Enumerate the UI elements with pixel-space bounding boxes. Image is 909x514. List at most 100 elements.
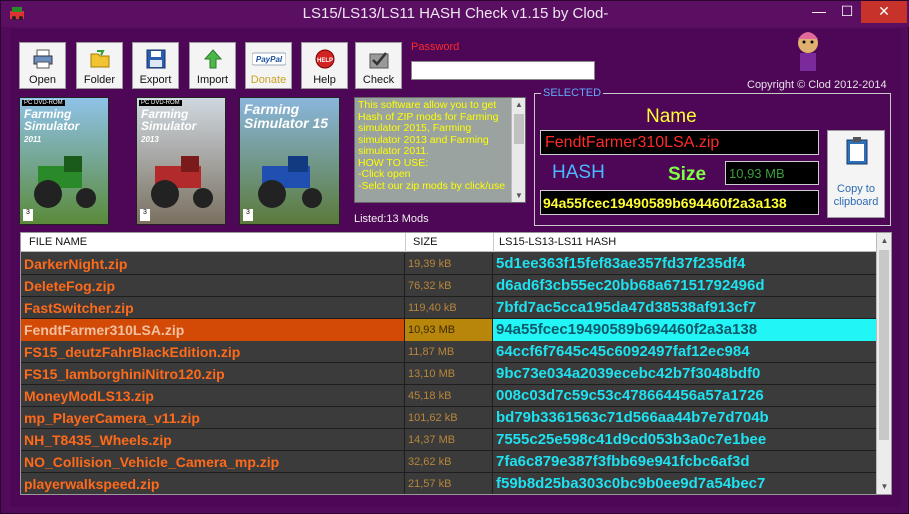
table-row[interactable]: DarkerNight.zip 19,39 kB 5d1ee363f15fef83a… bbox=[21, 253, 877, 275]
folder-label: Folder bbox=[83, 74, 116, 86]
cover-fs15: Farming Simulator 15 3 bbox=[239, 97, 340, 225]
scroll-thumb[interactable] bbox=[514, 114, 524, 144]
table-row[interactable]: DeleteFog.zip 76,32 kB d6ad6f3cb55ec20bb68… bbox=[21, 275, 877, 297]
scroll-down-icon[interactable]: ▼ bbox=[877, 482, 891, 491]
donate-label: Donate bbox=[250, 74, 287, 86]
printer-icon bbox=[33, 49, 53, 69]
info-textbox[interactable]: This software allow you to get Hash of Z… bbox=[354, 97, 526, 203]
cover-fs2013: PC DVD-ROM Farming Simulator 2013 3 bbox=[136, 97, 226, 225]
size-label: Size bbox=[668, 164, 707, 185]
import-button[interactable]: Import bbox=[189, 42, 236, 89]
col-hash[interactable]: LS15-LS13-LS11 HASH bbox=[499, 236, 616, 248]
row-hash: 9bc73e034a2039ecebc42b7f3048bdf0 bbox=[496, 365, 761, 382]
row-size: 19,39 kB bbox=[405, 253, 493, 275]
title-bar[interactable]: LS15/LS13/LS11 HASH Check v1.15 by Clod-… bbox=[1, 1, 909, 27]
help-button[interactable]: HELP Help bbox=[301, 42, 348, 89]
table-row[interactable]: mp_PlayerCamera_v11.zip 101,62 kB bd79b336… bbox=[21, 407, 877, 429]
row-size: 13,10 MB bbox=[405, 363, 493, 385]
table-row[interactable]: FastSwitcher.zip 119,40 kB 7bfd7ac5cca195d… bbox=[21, 297, 877, 319]
open-button[interactable]: Open bbox=[19, 42, 66, 89]
selected-hash-field[interactable]: 94a55fcec19490589b694460f2a3a138 bbox=[540, 190, 819, 215]
row-filename: FastSwitcher.zip bbox=[21, 297, 405, 319]
row-hash: d6ad6f3cb55ec20bb68a67151792496d bbox=[496, 277, 765, 294]
cover-platform: PC DVD-ROM bbox=[22, 100, 65, 106]
copyright-text: Copyright © Clod 2012-2014 bbox=[747, 79, 887, 91]
row-filename: FendtFarmer310LSA.zip bbox=[21, 319, 405, 341]
row-size: 10,93 MB bbox=[405, 319, 493, 341]
row-size: 21,57 kB bbox=[405, 473, 493, 494]
folder-button[interactable]: Folder bbox=[76, 42, 123, 89]
row-hash: 7bfd7ac5cca195da47d38538af913cf7 bbox=[496, 299, 757, 316]
row-hash: 5d1ee363f15fef83ae357fd37f235df4 bbox=[496, 255, 746, 272]
row-size: 11,87 MB bbox=[405, 341, 493, 363]
row-hash: 008c03d7c59c53c478664456a57a1726 bbox=[496, 387, 764, 404]
window-title: LS15/LS13/LS11 HASH Check v1.15 by Clod- bbox=[302, 5, 609, 22]
password-input[interactable] bbox=[411, 61, 595, 80]
scroll-thumb[interactable] bbox=[879, 250, 889, 440]
open-label: Open bbox=[29, 74, 56, 86]
floppy-icon bbox=[146, 49, 166, 69]
table-row[interactable]: FS15_deutzFahrBlackEdition.zip 11,87 MB 64… bbox=[21, 341, 877, 363]
mods-table[interactable]: FILE NAME SIZE LS15-LS13-LS11 HASH Darke… bbox=[20, 232, 892, 495]
table-row[interactable]: playerwalkspeed.zip 21,57 kB f59b8d25ba303… bbox=[21, 473, 877, 494]
row-hash: bd79b3361563c71d566aa44b7e7d704b bbox=[496, 409, 769, 426]
col-size[interactable]: SIZE bbox=[413, 236, 437, 248]
row-filename: NO_Collision_Vehicle_Camera_mp.zip bbox=[21, 451, 405, 473]
mascot-logo-icon bbox=[798, 32, 818, 71]
table-scrollbar[interactable]: ▲ ▼ bbox=[876, 233, 891, 494]
password-label: Password bbox=[411, 41, 460, 53]
paypal-text: PayPal bbox=[256, 55, 283, 64]
scroll-down-icon[interactable]: ▼ bbox=[512, 191, 525, 200]
row-filename: mp_PlayerCamera_v11.zip bbox=[21, 407, 405, 429]
client-area: Open Folder Export Import PayPal Donate … bbox=[10, 29, 901, 507]
close-button[interactable]: ✕ bbox=[861, 1, 907, 23]
row-size: 76,32 kB bbox=[405, 275, 493, 297]
scroll-up-icon[interactable]: ▲ bbox=[877, 236, 891, 245]
row-size: 32,62 kB bbox=[405, 451, 493, 473]
import-arrow-icon bbox=[203, 49, 223, 69]
row-filename: DeleteFog.zip bbox=[21, 275, 405, 297]
donate-button[interactable]: PayPal Donate bbox=[245, 42, 292, 89]
row-filename: NH_T8435_Wheels.zip bbox=[21, 429, 405, 451]
export-button[interactable]: Export bbox=[132, 42, 179, 89]
check-button[interactable]: Check bbox=[355, 42, 402, 89]
row-hash: f59b8d25ba303c0bc9b0ee9d7a54bec7 bbox=[496, 475, 766, 492]
cover-title: Farming Simulator 15 bbox=[244, 101, 329, 131]
selected-groupbox: SELECTED Name FendtFarmer310LSA.zip HASH… bbox=[534, 87, 891, 226]
pegi-badge: 3 bbox=[23, 209, 33, 221]
info-scrollbar[interactable]: ▲ ▼ bbox=[511, 98, 525, 202]
row-filename: FS15_lamborghiniNitro120.zip bbox=[21, 363, 405, 385]
listed-count: Listed:13 Mods bbox=[354, 213, 429, 225]
row-filename: DarkerNight.zip bbox=[21, 253, 405, 275]
name-label: Name bbox=[646, 106, 697, 127]
selected-legend: SELECTED bbox=[541, 87, 604, 99]
folder-icon bbox=[90, 50, 110, 68]
pegi-badge: 3 bbox=[140, 209, 150, 221]
row-hash: 64ccf6f7645c45c6092497faf12ec984 bbox=[496, 343, 750, 360]
table-row[interactable]: MoneyModLS13.zip 45,18 kB 008c03d7c59c53c4… bbox=[21, 385, 877, 407]
copy-to-clipboard-button[interactable]: Copy to clipboard bbox=[827, 130, 885, 218]
cover-title: Farming Simulator 2011 bbox=[24, 107, 80, 144]
cover-platform: PC DVD-ROM bbox=[139, 100, 182, 106]
row-filename: FS15_deutzFahrBlackEdition.zip bbox=[21, 341, 405, 363]
row-size: 119,40 kB bbox=[405, 297, 493, 319]
pegi-badge: 3 bbox=[243, 209, 253, 221]
row-size: 101,62 kB bbox=[405, 407, 493, 429]
selected-size-field[interactable]: 10,93 MB bbox=[725, 161, 819, 185]
row-size: 45,18 kB bbox=[405, 385, 493, 407]
table-row[interactable]: NO_Collision_Vehicle_Camera_mp.zip 32,62 … bbox=[21, 451, 877, 473]
maximize-button[interactable]: ☐ bbox=[833, 1, 861, 23]
row-filename: MoneyModLS13.zip bbox=[21, 385, 405, 407]
col-filename[interactable]: FILE NAME bbox=[29, 236, 87, 248]
selected-name-field[interactable]: FendtFarmer310LSA.zip bbox=[540, 130, 819, 155]
scroll-up-icon[interactable]: ▲ bbox=[512, 100, 525, 109]
row-size: 14,37 MB bbox=[405, 429, 493, 451]
table-row[interactable]: FendtFarmer310LSA.zip 10,93 MB 94a55fcec19… bbox=[21, 319, 877, 341]
table-row[interactable]: FS15_lamborghiniNitro120.zip 13,10 MB 9bc7… bbox=[21, 363, 877, 385]
tractor-image bbox=[258, 156, 322, 208]
table-header: FILE NAME SIZE LS15-LS13-LS11 HASH bbox=[21, 233, 877, 252]
import-label: Import bbox=[196, 74, 229, 86]
table-row[interactable]: NH_T8435_Wheels.zip 14,37 MB 7555c25e598c4… bbox=[21, 429, 877, 451]
clipboard-icon bbox=[846, 137, 868, 165]
minimize-button[interactable]: — bbox=[805, 1, 833, 23]
